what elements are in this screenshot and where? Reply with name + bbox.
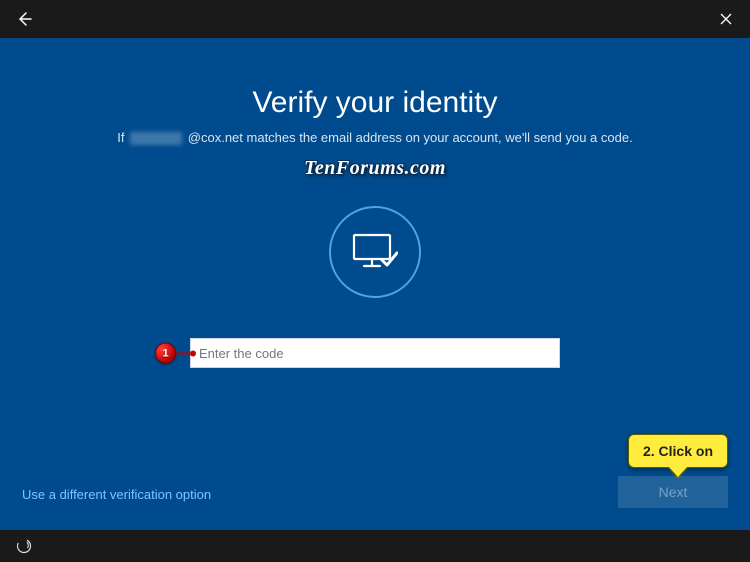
annotation-badge-1: 1 xyxy=(155,343,176,364)
code-input[interactable] xyxy=(190,338,560,368)
annotation-step-1: 1 xyxy=(155,343,196,364)
page-subtitle: If @cox.net matches the email address on… xyxy=(117,130,632,145)
close-button[interactable] xyxy=(716,9,736,29)
annotation-dot xyxy=(190,350,196,356)
annotation-connector xyxy=(176,352,190,354)
subtitle-prefix: If xyxy=(117,130,124,145)
window: Verify your identity If @cox.net matches… xyxy=(0,0,750,562)
back-button[interactable] xyxy=(14,9,34,29)
redacted-email-user xyxy=(130,132,182,145)
device-icon-circle xyxy=(329,206,421,298)
page-title: Verify your identity xyxy=(252,86,497,120)
arrow-left-icon xyxy=(16,11,32,27)
accessibility-icon xyxy=(16,538,32,554)
alt-verification-link[interactable]: Use a different verification option xyxy=(22,487,211,502)
annotation-step-2-callout: 2. Click on xyxy=(628,434,728,468)
monitor-check-icon xyxy=(352,233,398,271)
main-content: Verify your identity If @cox.net matches… xyxy=(0,38,750,530)
next-button[interactable]: Next xyxy=(618,476,728,508)
watermark-text: TenForums.com xyxy=(304,157,446,180)
ease-of-access-button[interactable] xyxy=(14,536,34,556)
subtitle-rest: @cox.net matches the email address on yo… xyxy=(188,130,633,145)
input-row: 1 xyxy=(0,338,750,368)
title-bar xyxy=(0,0,750,38)
bottom-bar xyxy=(0,530,750,562)
close-icon xyxy=(718,11,734,27)
